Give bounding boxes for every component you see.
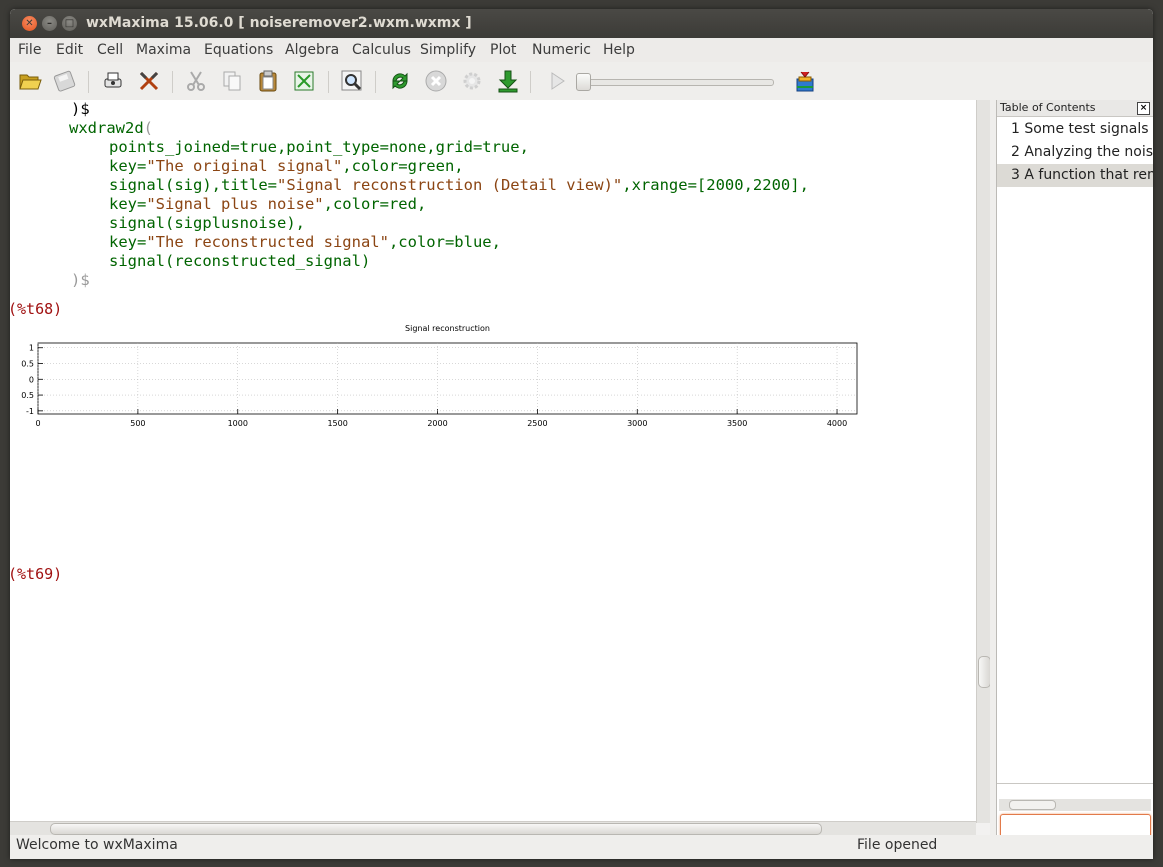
code-token: key= [109, 195, 147, 213]
restart-icon[interactable] [388, 69, 412, 93]
save-icon[interactable] [53, 69, 77, 93]
menu-calculus[interactable]: Calculus [352, 42, 411, 58]
x-tick-label: 500 [130, 419, 145, 428]
window-title: wxMaxima 15.06.0 [ noiseremover2.wxm.wxm… [86, 15, 472, 31]
copy-icon[interactable] [220, 69, 244, 93]
menu-bar: File Edit Cell Maxima Equations Algebra … [10, 38, 1153, 62]
code-string: "Signal plus noise" [146, 195, 324, 213]
x-tick-label: 2000 [427, 419, 447, 428]
status-right: File opened [857, 837, 938, 853]
menu-maxima[interactable]: Maxima [136, 42, 191, 58]
code-string: "The original signal" [146, 157, 343, 175]
toc-item[interactable]: 1 Some test signals [997, 118, 1153, 141]
open-icon[interactable] [18, 69, 42, 93]
y-tick-label: 0 [29, 375, 34, 384]
follow-icon[interactable] [460, 69, 484, 93]
menu-help[interactable]: Help [603, 42, 635, 58]
menu-simplify[interactable]: Simplify [420, 42, 476, 58]
plot-signal-reconstruction-detail[interactable] [10, 588, 870, 820]
menu-cell[interactable]: Cell [97, 42, 123, 58]
function-signal: signal [109, 214, 165, 232]
animation-slider[interactable] [580, 79, 774, 86]
code-token: ,color=red, [323, 195, 427, 213]
animation-save-icon[interactable] [496, 69, 520, 93]
code-string: "The reconstructed signal" [146, 233, 389, 251]
paste-icon[interactable] [256, 69, 280, 93]
code-token: ,color=blue, [388, 233, 501, 251]
toc-item-label: 1 Some test signals [1011, 121, 1149, 137]
menu-file[interactable]: File [18, 42, 41, 58]
x-tick-label: 3500 [727, 419, 747, 428]
y-tick-label: 0.5 [21, 391, 34, 400]
code-token: (sigplusnoise), [165, 214, 305, 232]
y-tick-label: 0.5 [21, 360, 34, 369]
menu-edit[interactable]: Edit [56, 42, 83, 58]
worksheet-horizontal-scrollbar[interactable] [10, 821, 976, 836]
help-icon[interactable] [793, 69, 817, 93]
x-tick-label: 4000 [827, 419, 847, 428]
code-token: key= [109, 233, 147, 251]
y-tick-label: 1 [29, 344, 34, 353]
minimize-window-button[interactable]: – [42, 16, 57, 31]
worksheet-vertical-scrollbar[interactable] [976, 100, 991, 823]
worksheet[interactable]: )$ wxdraw2d( points_joined=true,point_ty… [10, 100, 976, 823]
output-label-t68: (%t68) [10, 300, 63, 318]
chart-title: Signal reconstruction [405, 324, 490, 333]
function-wxdraw2d: wxdraw2d [69, 119, 144, 137]
interrupt-icon[interactable] [424, 69, 448, 93]
find-icon[interactable] [340, 69, 364, 93]
toc-scroll-thumb[interactable] [1009, 800, 1056, 810]
close-icon[interactable]: × [1137, 102, 1150, 115]
plot-signal-reconstruction[interactable]: Signal reconstruction 0 500 1000 1500 2000 250… [10, 322, 860, 560]
code-token: ,color=green, [342, 157, 464, 175]
maximize-window-button[interactable]: □ [62, 16, 77, 31]
status-message: Welcome to wxMaxima [16, 837, 178, 853]
code-cell[interactable]: )$ wxdraw2d( points_joined=true,point_ty… [10, 100, 809, 316]
print-icon[interactable] [101, 69, 125, 93]
code-token: key= [109, 157, 147, 175]
menu-plot[interactable]: Plot [490, 42, 516, 58]
toc-item-label: 3 A function that rem [1011, 167, 1153, 183]
toc-horizontal-scrollbar[interactable] [999, 799, 1151, 811]
code-line-2: points_joined=true,point_type=none,grid=… [109, 138, 529, 156]
function-signal: signal [109, 252, 165, 270]
status-bar: Welcome to wxMaxima File opened [10, 835, 1153, 859]
menu-algebra[interactable]: Algebra [285, 42, 339, 58]
animation-slider-knob[interactable] [576, 73, 591, 91]
code-token: (reconstructed_signal) [165, 252, 371, 270]
toc-title: Table of Contents [1000, 101, 1096, 114]
close-window-button[interactable]: ✕ [22, 16, 37, 31]
play-icon[interactable] [545, 69, 569, 93]
horizontal-scroll-thumb[interactable] [50, 823, 822, 835]
code-paren: ( [143, 119, 153, 137]
plot-frame [37, 342, 858, 415]
y-tick-label: -1 [26, 407, 34, 416]
code-line-0: )$ [71, 100, 90, 118]
menu-equations[interactable]: Equations [204, 42, 273, 58]
x-tick-label: 2500 [527, 419, 547, 428]
app-window: ✕ – □ wxMaxima 15.06.0 [ noiseremover2.w… [10, 9, 1153, 859]
code-line-9: )$ [71, 271, 90, 289]
output-label-t69: (%t69) [10, 565, 63, 583]
code-string: "Signal reconstruction (Detail view)" [276, 176, 623, 194]
title-bar: ✕ – □ wxMaxima 15.06.0 [ noiseremover2.w… [10, 9, 1153, 38]
select-all-icon[interactable] [292, 69, 316, 93]
x-tick-label: 1500 [327, 419, 347, 428]
toc-header: Table of Contents × [997, 100, 1153, 117]
config-icon[interactable] [137, 69, 161, 93]
x-tick-label: 1000 [228, 419, 248, 428]
x-tick-label: 3000 [627, 419, 647, 428]
toolbar [10, 62, 1153, 101]
menu-numeric[interactable]: Numeric [532, 42, 591, 58]
code-token: (sig),title= [165, 176, 277, 194]
toc-item-label: 2 Analyzing the noise [1011, 144, 1153, 160]
function-signal: signal [109, 176, 165, 194]
x-tick-label: 0 [35, 419, 40, 428]
toc-list: 1 Some test signals 2 Analyzing the nois… [997, 118, 1153, 784]
cut-icon[interactable] [184, 69, 208, 93]
toc-item-selected[interactable]: 3 A function that rem [997, 164, 1153, 187]
toc-panel: Table of Contents × 1 Some test signals … [996, 100, 1153, 838]
code-token: ,xrange=[2000,2200], [622, 176, 809, 194]
toc-item[interactable]: 2 Analyzing the noise [997, 141, 1153, 164]
